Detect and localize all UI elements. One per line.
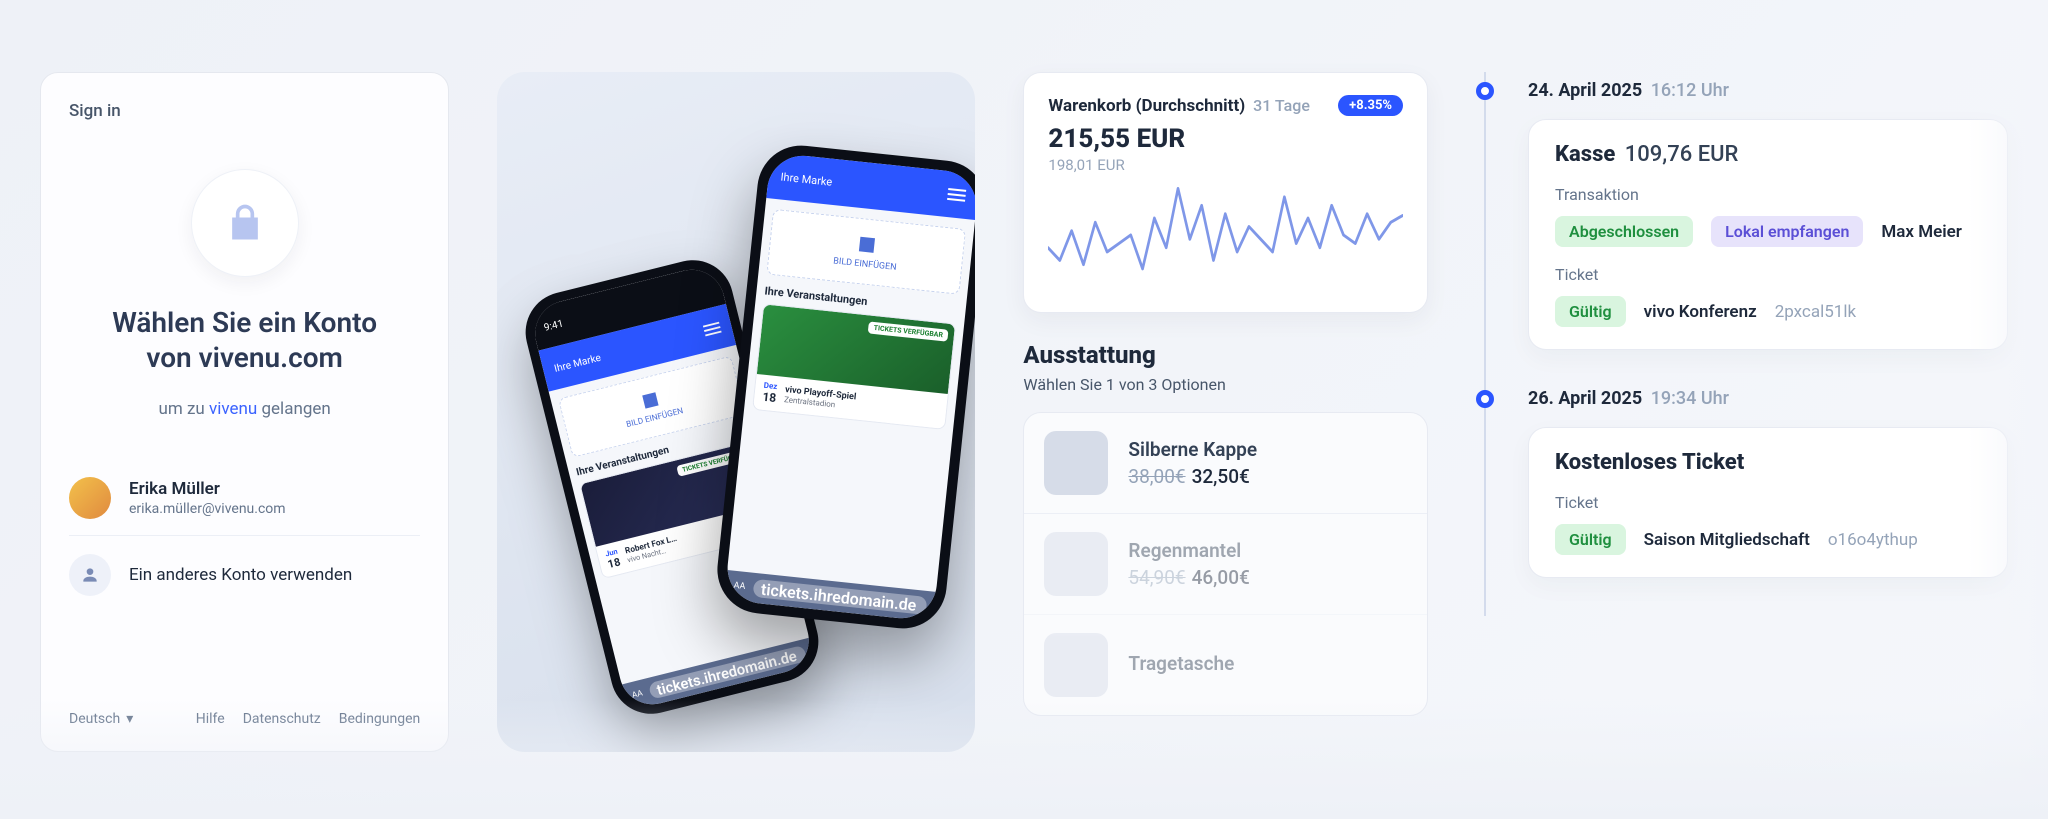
- phone-mockup: 9:41 Ihre Marke BILD EINFÜGEN Ihre Veran…: [497, 72, 975, 752]
- section-label: Ticket: [1555, 493, 1981, 512]
- chevron-down-icon: ▾: [126, 711, 133, 727]
- event-card[interactable]: TICKETS VERFÜGBAR Dez18 vivo Playoff-Spi…: [752, 303, 956, 430]
- help-link[interactable]: Hilfe: [196, 711, 225, 727]
- section-label: Transaktion: [1555, 185, 1981, 204]
- hamburger-icon[interactable]: [703, 322, 722, 337]
- signin-footer: Deutsch ▾ Hilfe Datenschutz Bedingungen: [69, 711, 420, 727]
- brand-link[interactable]: vivenu: [209, 399, 257, 419]
- option-price: 54,90€46,00€: [1128, 566, 1249, 589]
- options-subtitle: Wählen Sie 1 von 3 Optionen: [1023, 375, 1428, 394]
- phone-brand: Ihre Marke: [780, 170, 833, 188]
- lock-icon: [191, 169, 299, 277]
- option-row[interactable]: Tragetasche: [1024, 615, 1427, 715]
- section-text: vivo Konferenz: [1644, 302, 1757, 322]
- language-select[interactable]: Deutsch ▾: [69, 711, 133, 727]
- timeline-date: 24. April 2025 16:12 Uhr: [1528, 80, 2008, 101]
- options-title: Ausstattung: [1023, 341, 1428, 369]
- account-option[interactable]: Erika Müller erika.müller@vivenu.com: [69, 461, 420, 536]
- status-pill: Gültig: [1555, 296, 1626, 327]
- account-name: Erika Müller: [129, 479, 286, 499]
- use-other-account-label: Ein anderes Konto verwenden: [129, 565, 352, 585]
- hamburger-icon[interactable]: [947, 188, 966, 202]
- signin-header: Sign in: [69, 101, 420, 121]
- status-pill: Gültig: [1555, 524, 1626, 555]
- signin-subtitle: um zu vivenu gelangen: [69, 399, 420, 419]
- timeline-time: 16:12 Uhr: [1651, 80, 1729, 101]
- avg-cart-chart-card: Warenkorb (Durchschnitt) 31 Tage +8.35% …: [1023, 72, 1428, 313]
- timeline: 24. April 2025 16:12 Uhr Kasse 109,76 EU…: [1476, 72, 2008, 616]
- privacy-link[interactable]: Datenschutz: [243, 711, 321, 727]
- card-heading: Kostenloses Ticket: [1555, 450, 1981, 475]
- option-row[interactable]: Regenmantel 54,90€46,00€: [1024, 514, 1427, 615]
- phone-front: Ihre Marke BILD EINFÜGEN Ihre Veranstalt…: [713, 141, 975, 632]
- timeline-dot: [1476, 390, 1494, 408]
- section-code: 2pxcal51lk: [1775, 302, 1856, 322]
- chart-title: Warenkorb (Durchschnitt): [1048, 96, 1245, 116]
- status-pill: Abgeschlossen: [1555, 216, 1693, 247]
- phone-time: 9:41: [543, 317, 565, 333]
- user-icon: [69, 554, 111, 596]
- phone-brand: Ihre Marke: [553, 351, 602, 374]
- sparkline: [1048, 180, 1403, 290]
- option-row[interactable]: Silberne Kappe 38,00€32,50€: [1024, 413, 1427, 514]
- section-text: Saison Mitgliedschaft: [1644, 530, 1810, 550]
- insert-image-panel[interactable]: BILD EINFÜGEN: [767, 209, 967, 295]
- terms-link[interactable]: Bedingungen: [339, 711, 421, 727]
- chart-period: 31 Tage: [1253, 96, 1310, 115]
- chart-delta-badge: +8.35%: [1338, 95, 1403, 116]
- options-section: Ausstattung Wählen Sie 1 von 3 Optionen …: [1023, 341, 1428, 716]
- card-heading: Kasse 109,76 EUR: [1555, 142, 1981, 167]
- chart-previous: 198,01 EUR: [1048, 156, 1403, 174]
- timeline-item: 24. April 2025 16:12 Uhr Kasse 109,76 EU…: [1476, 80, 2008, 350]
- section-text: Max Meier: [1881, 222, 1962, 242]
- option-name: Regenmantel: [1128, 539, 1249, 562]
- option-image: [1044, 532, 1108, 596]
- section-label: Ticket: [1555, 265, 1981, 284]
- option-name: Tragetasche: [1128, 652, 1234, 675]
- timeline-card[interactable]: Kostenloses Ticket Ticket Gültig Saison …: [1528, 427, 2008, 578]
- option-image: [1044, 431, 1108, 495]
- option-image: [1044, 633, 1108, 697]
- timeline-dot: [1476, 82, 1494, 100]
- timeline-item: 26. April 2025 19:34 Uhr Kostenloses Tic…: [1476, 388, 2008, 578]
- section-code: o16o4ythup: [1828, 530, 1918, 550]
- option-name: Silberne Kappe: [1128, 438, 1257, 461]
- option-price: 38,00€32,50€: [1128, 465, 1257, 488]
- timeline-card[interactable]: Kasse 109,76 EUR Transaktion Abgeschloss…: [1528, 119, 2008, 350]
- signin-title: Wählen Sie ein Konto von vivenu.com: [69, 305, 420, 375]
- signin-title-line2: von vivenu.com: [146, 341, 342, 374]
- timeline-time: 19:34 Uhr: [1651, 388, 1729, 409]
- timeline-date: 26. April 2025 19:34 Uhr: [1528, 388, 2008, 409]
- account-email: erika.müller@vivenu.com: [129, 501, 286, 517]
- avatar: [69, 477, 111, 519]
- status-pill: Lokal empfangen: [1711, 216, 1863, 247]
- signin-card: Sign in Wählen Sie ein Konto von vivenu.…: [40, 72, 449, 752]
- chart-value: 215,55 EUR: [1048, 124, 1403, 154]
- signin-title-line1: Wählen Sie ein Konto: [112, 306, 377, 339]
- use-other-account[interactable]: Ein anderes Konto verwenden: [69, 536, 420, 614]
